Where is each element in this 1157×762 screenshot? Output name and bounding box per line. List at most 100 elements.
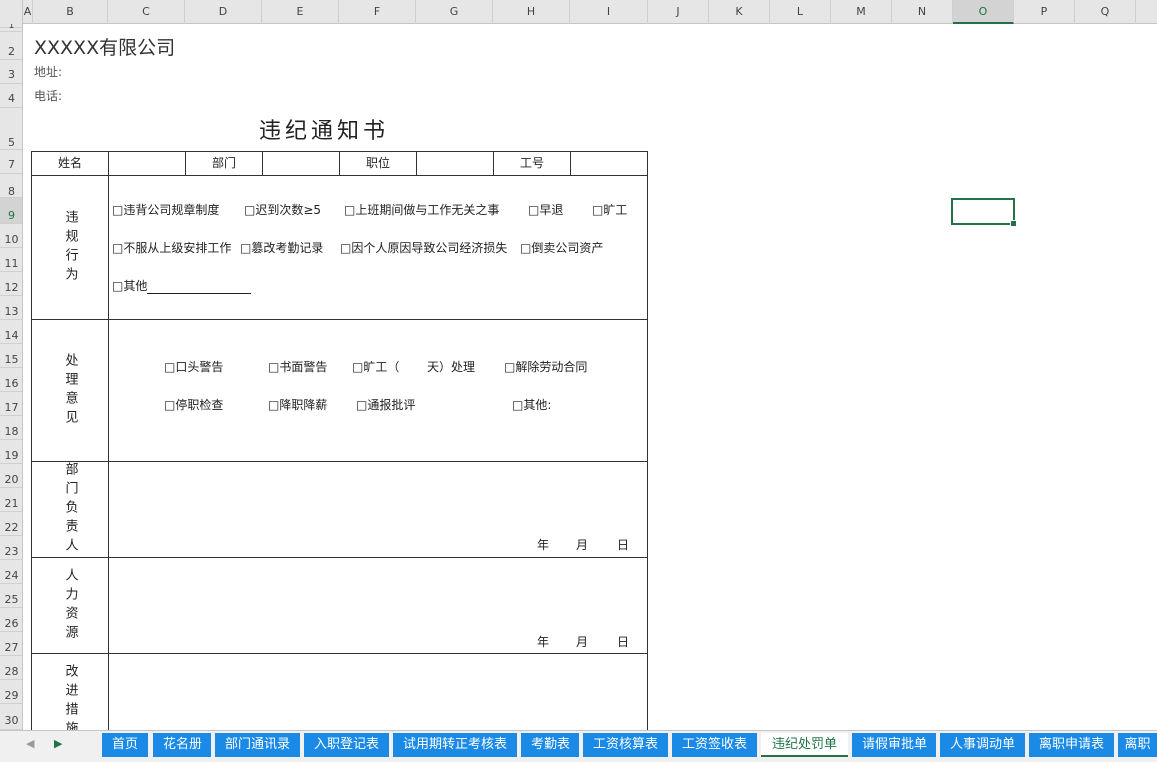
row-header[interactable]: 10 bbox=[0, 224, 22, 248]
handling-option[interactable]: □其他: bbox=[512, 396, 551, 413]
worksheet-grid[interactable]: XXXXX有限公司 地址: 电话: 违纪通知书 姓名 部门 职位 工号 违规行为… bbox=[24, 25, 1157, 730]
dept-label: 部门 bbox=[186, 152, 263, 175]
row-header[interactable]: 18 bbox=[0, 416, 22, 440]
row-header[interactable]: 4 bbox=[0, 84, 22, 108]
column-header-k[interactable]: K bbox=[709, 0, 770, 24]
column-header-c[interactable]: C bbox=[108, 0, 185, 24]
column-header-p[interactable]: P bbox=[1014, 0, 1075, 24]
row-header[interactable]: 14 bbox=[0, 320, 22, 344]
form-header-row: 姓名 部门 职位 工号 bbox=[32, 152, 648, 176]
sheet-tab[interactable]: 首页 bbox=[102, 733, 148, 757]
column-header-j[interactable]: J bbox=[648, 0, 709, 24]
violation-label: 违规行为 bbox=[62, 209, 78, 286]
column-header-n[interactable]: N bbox=[892, 0, 953, 24]
row-header[interactable]: 27 bbox=[0, 632, 22, 656]
violation-other-option[interactable]: □其他 bbox=[112, 277, 252, 294]
violation-option[interactable]: □迟到次数≥5 bbox=[244, 201, 321, 218]
handling-option[interactable]: □旷工（ bbox=[352, 358, 399, 375]
name-value-cell[interactable] bbox=[109, 152, 186, 175]
violation-option[interactable]: □旷工 bbox=[592, 201, 627, 218]
dept-head-label: 部门负责人 bbox=[62, 462, 78, 557]
sheet-tab[interactable]: 考勤表 bbox=[521, 733, 579, 757]
date-year: 年 bbox=[537, 538, 550, 552]
row-header[interactable]: 8 bbox=[0, 174, 22, 198]
row-header[interactable]: 3 bbox=[0, 60, 22, 84]
row-header[interactable]: 23 bbox=[0, 536, 22, 560]
column-header-g[interactable]: G bbox=[416, 0, 493, 24]
position-value-cell[interactable] bbox=[417, 152, 494, 175]
column-header-b[interactable]: B bbox=[33, 0, 108, 24]
violation-option[interactable]: □不服从上级安排工作 bbox=[112, 239, 231, 256]
column-header-a[interactable]: A bbox=[23, 0, 33, 24]
sheet-tab-bar: ◀ ▶ 首页 花名册 部门通讯录 入职登记表 试用期转正考核表 考勤表 工资核算… bbox=[0, 730, 1157, 762]
date-month: 月 bbox=[576, 538, 589, 552]
violation-option[interactable]: □篡改考勤记录 bbox=[240, 239, 323, 256]
handling-option[interactable]: □口头警告 bbox=[164, 358, 223, 375]
column-header-q[interactable]: Q bbox=[1075, 0, 1136, 24]
row-header[interactable]: 29 bbox=[0, 680, 22, 704]
handling-option[interactable]: □书面警告 bbox=[268, 358, 327, 375]
sheet-tab[interactable]: 部门通讯录 bbox=[215, 733, 300, 757]
violation-option[interactable]: □早退 bbox=[528, 201, 563, 218]
handling-option[interactable]: □停职检查 bbox=[164, 396, 223, 413]
sheet-tab-active[interactable]: 违纪处罚单 bbox=[761, 733, 848, 757]
row-header[interactable]: 25 bbox=[0, 584, 22, 608]
row-header[interactable]: 1 bbox=[0, 24, 22, 32]
row-header[interactable]: 28 bbox=[0, 656, 22, 680]
phone-label: 电话: bbox=[34, 89, 63, 103]
row-header[interactable]: 20 bbox=[0, 464, 22, 488]
row-header[interactable]: 11 bbox=[0, 248, 22, 272]
handling-option[interactable]: □降职降薪 bbox=[268, 396, 327, 413]
column-header-bar: A B C D E F G H I J K L M N O P Q bbox=[0, 0, 1157, 24]
violation-option[interactable]: □倒卖公司资产 bbox=[520, 239, 603, 256]
dept-head-label-cell: 部门负责人 bbox=[32, 462, 109, 557]
id-value-cell[interactable] bbox=[571, 152, 648, 175]
sheet-tab[interactable]: 工资签收表 bbox=[672, 733, 757, 757]
active-cell-selection[interactable] bbox=[951, 198, 1017, 227]
sheet-tab[interactable]: 试用期转正考核表 bbox=[393, 733, 517, 757]
sheet-tab[interactable]: 离职申请表 bbox=[1029, 733, 1114, 757]
row-header[interactable]: 7 bbox=[0, 150, 22, 174]
row-header[interactable]: 12 bbox=[0, 272, 22, 296]
column-header-l[interactable]: L bbox=[770, 0, 831, 24]
row-header[interactable]: 26 bbox=[0, 608, 22, 632]
sheet-tab[interactable]: 人事调动单 bbox=[940, 733, 1025, 757]
row-header[interactable]: 22 bbox=[0, 512, 22, 536]
row-header[interactable]: 24 bbox=[0, 560, 22, 584]
date-day: 日 bbox=[617, 538, 630, 552]
violation-option[interactable]: □违背公司规章制度 bbox=[112, 201, 219, 218]
sheet-tab[interactable]: 离职 bbox=[1118, 733, 1157, 757]
row-header[interactable]: 2 bbox=[0, 32, 22, 60]
handling-option[interactable]: □通报批评 bbox=[356, 396, 415, 413]
row-header[interactable]: 17 bbox=[0, 392, 22, 416]
violation-row: 违规行为 □违背公司规章制度 □迟到次数≥5 □上班期间做与工作无关之事 □早退… bbox=[32, 176, 648, 320]
column-header-d[interactable]: D bbox=[185, 0, 262, 24]
violation-option[interactable]: □因个人原因导致公司经济损失 bbox=[340, 239, 507, 256]
row-header[interactable]: 5 bbox=[0, 108, 22, 150]
hr-row: 人力资源 年 月 日 bbox=[32, 558, 648, 654]
column-header-i[interactable]: I bbox=[570, 0, 648, 24]
column-header-m[interactable]: M bbox=[831, 0, 892, 24]
row-header[interactable]: 15 bbox=[0, 344, 22, 368]
prev-sheet-arrow-icon[interactable]: ◀ bbox=[26, 737, 34, 750]
sheet-tab[interactable]: 请假审批单 bbox=[852, 733, 936, 757]
row-header[interactable]: 21 bbox=[0, 488, 22, 512]
row-header[interactable]: 9 bbox=[0, 198, 22, 224]
next-sheet-arrow-icon[interactable]: ▶ bbox=[54, 737, 62, 750]
column-header-f[interactable]: F bbox=[339, 0, 416, 24]
violation-option[interactable]: □上班期间做与工作无关之事 bbox=[344, 201, 499, 218]
select-all-corner[interactable] bbox=[0, 0, 23, 24]
handling-option[interactable]: □解除劳动合同 bbox=[504, 358, 587, 375]
row-header[interactable]: 13 bbox=[0, 296, 22, 320]
row-header[interactable]: 19 bbox=[0, 440, 22, 464]
column-header-o[interactable]: O bbox=[953, 0, 1014, 24]
position-label: 职位 bbox=[340, 152, 417, 175]
column-header-h[interactable]: H bbox=[493, 0, 570, 24]
row-header[interactable]: 30 bbox=[0, 704, 22, 730]
row-header[interactable]: 16 bbox=[0, 368, 22, 392]
sheet-tab[interactable]: 入职登记表 bbox=[304, 733, 389, 757]
dept-value-cell[interactable] bbox=[263, 152, 340, 175]
sheet-tab[interactable]: 工资核算表 bbox=[583, 733, 668, 757]
column-header-e[interactable]: E bbox=[262, 0, 339, 24]
sheet-tab[interactable]: 花名册 bbox=[153, 733, 211, 757]
